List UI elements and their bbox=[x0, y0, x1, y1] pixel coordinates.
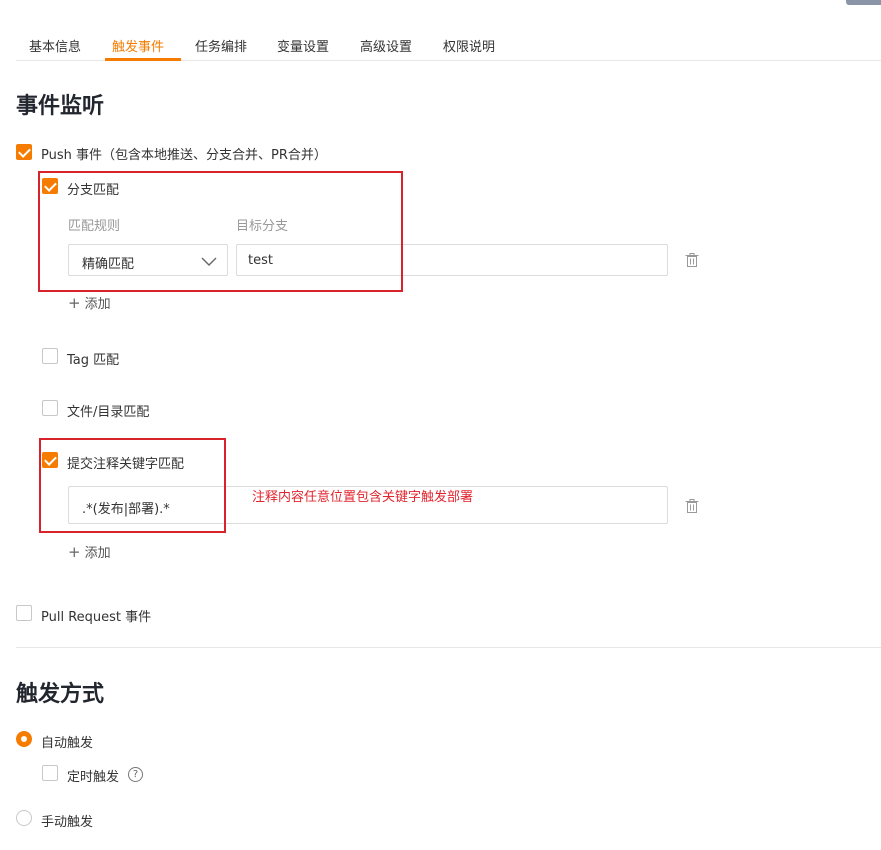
add-branch-rule-label: 添加 bbox=[84, 297, 111, 312]
scheduled-trigger-checkbox[interactable] bbox=[42, 765, 58, 781]
manual-trigger-label: 手动触发 bbox=[41, 815, 94, 830]
scheduled-trigger-label: 定时触发 bbox=[67, 770, 120, 785]
event-section-title: 事件监听 bbox=[16, 94, 105, 119]
tab-trigger-events[interactable]: 触发事件 bbox=[112, 36, 164, 55]
trigger-section-title: 触发方式 bbox=[16, 682, 105, 707]
push-event-label: Push 事件（包含本地推送、分支合并、PR合并） bbox=[41, 148, 327, 163]
tab-basic-info[interactable]: 基本信息 bbox=[29, 36, 81, 55]
section-divider bbox=[16, 647, 881, 648]
file-match-label: 文件/目录匹配 bbox=[67, 405, 150, 420]
annotation-text: 注释内容任意位置包含关键字触发部署 bbox=[252, 490, 474, 505]
pull-request-label: Pull Request 事件 bbox=[41, 610, 152, 625]
annotation-box-branch bbox=[38, 171, 403, 292]
auto-trigger-radio[interactable] bbox=[16, 731, 32, 747]
plus-icon: + bbox=[68, 294, 81, 312]
manual-trigger-radio[interactable] bbox=[16, 810, 32, 826]
question-circle-icon[interactable]: ? bbox=[128, 767, 143, 782]
plus-icon: + bbox=[68, 543, 81, 561]
add-branch-rule-button[interactable]: + 添加 bbox=[68, 293, 111, 312]
file-match-checkbox[interactable] bbox=[42, 400, 58, 416]
pull-request-checkbox[interactable] bbox=[16, 605, 32, 621]
tab-task-orchestration[interactable]: 任务编排 bbox=[195, 36, 247, 55]
add-commit-pattern-label: 添加 bbox=[84, 546, 111, 561]
tab-bar: 基本信息 触发事件 任务编排 变量设置 高级设置 权限说明 bbox=[16, 28, 881, 61]
tag-match-checkbox[interactable] bbox=[42, 348, 58, 364]
active-tab-indicator bbox=[105, 58, 181, 61]
tag-match-label: Tag 匹配 bbox=[67, 353, 120, 368]
add-commit-pattern-button[interactable]: + 添加 bbox=[68, 542, 111, 561]
top-right-button-edge[interactable] bbox=[846, 0, 881, 5]
annotation-box-commit bbox=[39, 438, 226, 533]
tab-variables[interactable]: 变量设置 bbox=[277, 36, 329, 55]
trash-icon[interactable] bbox=[684, 498, 700, 514]
trash-icon[interactable] bbox=[684, 252, 700, 268]
tab-permissions[interactable]: 权限说明 bbox=[443, 36, 495, 55]
auto-trigger-label: 自动触发 bbox=[41, 736, 94, 751]
push-event-checkbox[interactable] bbox=[16, 144, 32, 160]
tab-advanced[interactable]: 高级设置 bbox=[360, 36, 412, 55]
